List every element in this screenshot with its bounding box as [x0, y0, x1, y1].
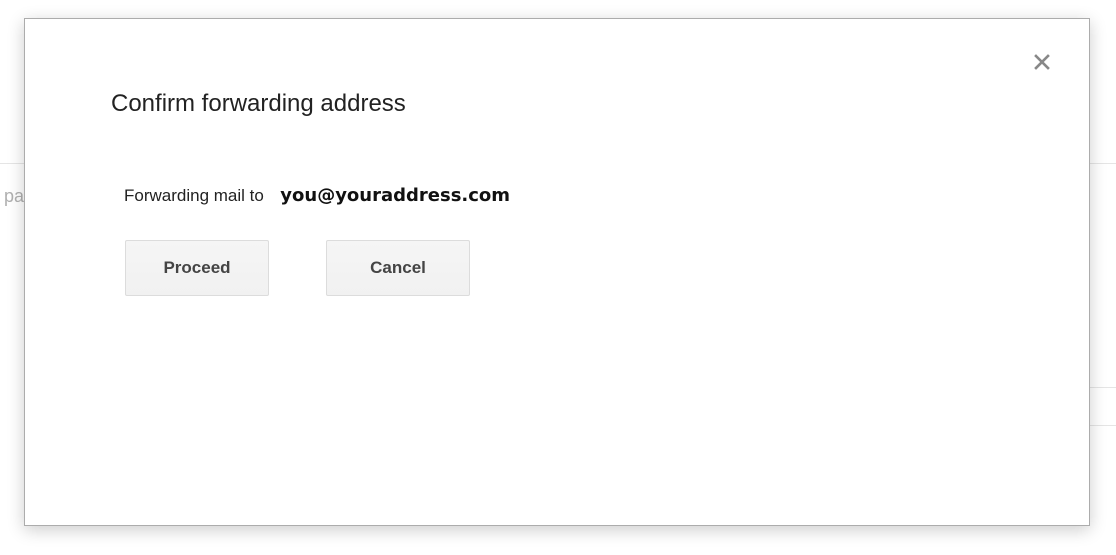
- background-divider: [0, 163, 24, 164]
- background-divider: [1090, 163, 1116, 164]
- forwarding-label: Forwarding mail to: [124, 186, 264, 205]
- cancel-button[interactable]: Cancel: [326, 240, 470, 296]
- forwarding-address: you@youraddress.com: [280, 185, 511, 206]
- background-divider: [1090, 387, 1116, 388]
- close-icon: [1034, 54, 1050, 70]
- confirm-forwarding-dialog: Confirm forwarding address Forwarding ma…: [24, 18, 1090, 526]
- close-button[interactable]: [1029, 49, 1055, 75]
- proceed-button[interactable]: Proceed: [125, 240, 269, 296]
- dialog-title: Confirm forwarding address: [111, 90, 406, 117]
- background-divider: [1090, 425, 1116, 426]
- background-text: pa: [3, 186, 24, 206]
- forwarding-row: Forwarding mail to you@youraddress.com: [124, 181, 510, 211]
